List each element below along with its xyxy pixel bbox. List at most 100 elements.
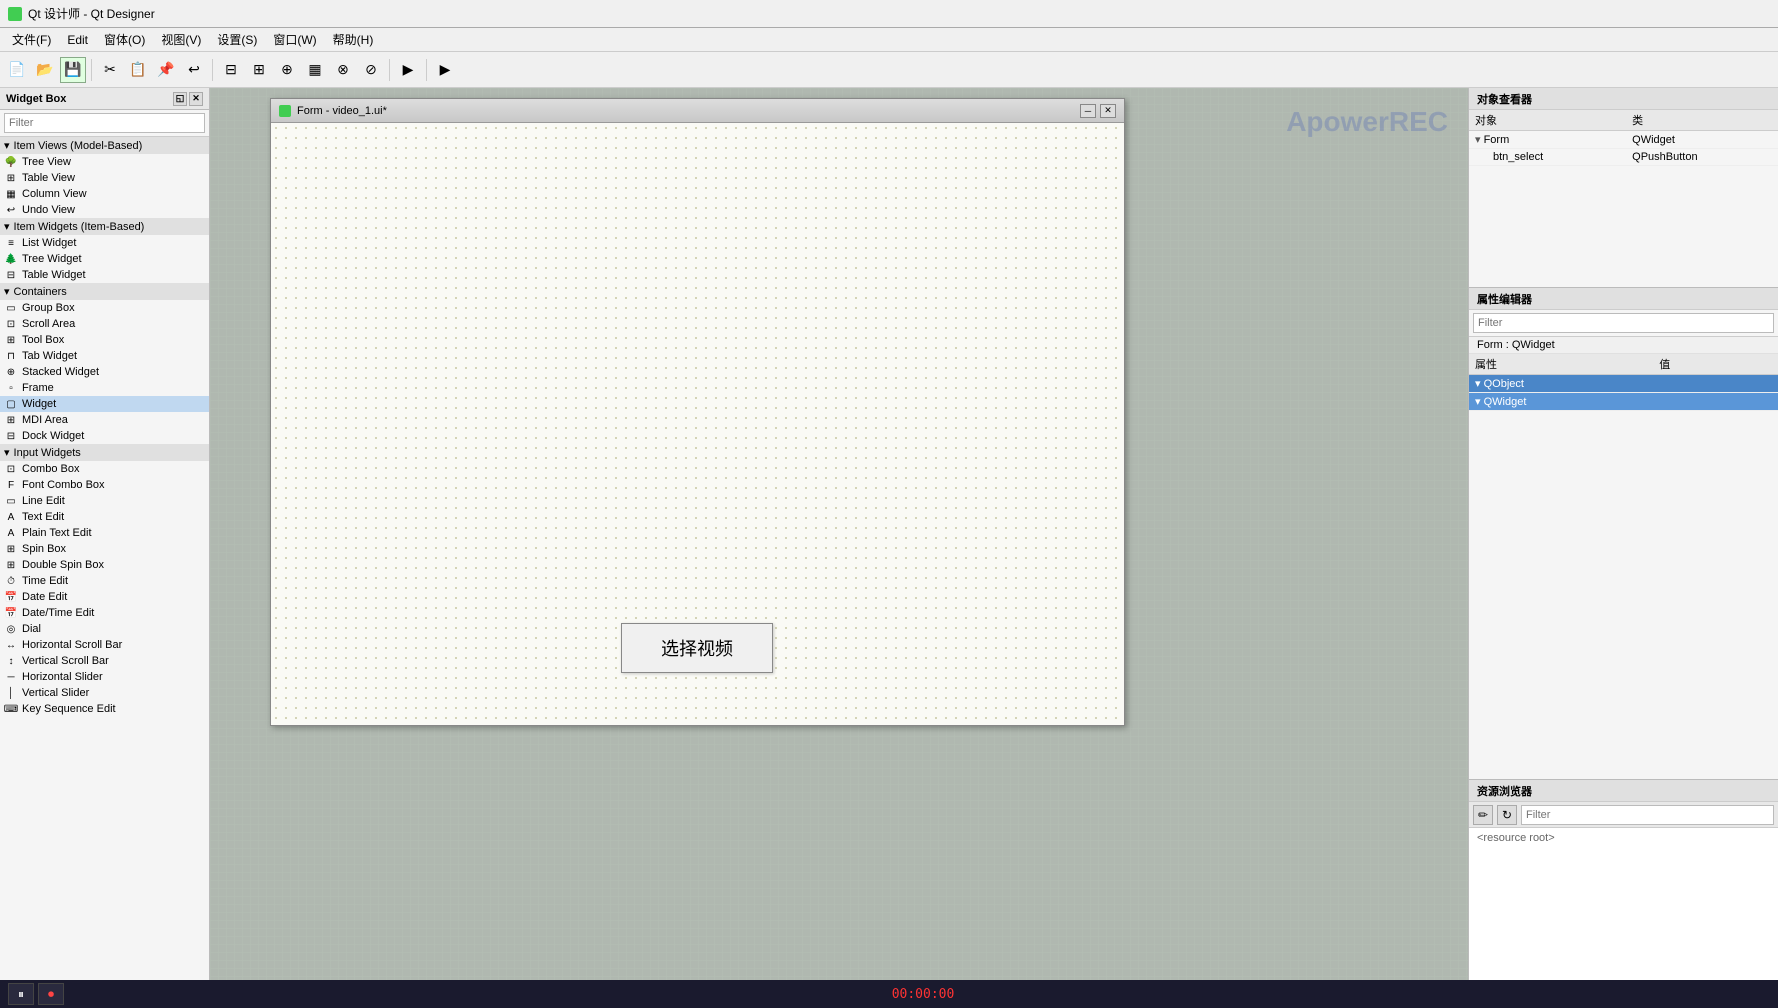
obj-expand-form[interactable]: ▾ xyxy=(1475,134,1481,146)
section-arrow-in: ▾ xyxy=(4,446,10,459)
run-button[interactable]: ▶ xyxy=(432,57,458,83)
widget-item-text-edit[interactable]: A Text Edit xyxy=(0,509,209,525)
stacked-widget-icon: ⊕ xyxy=(4,365,18,379)
obj-row-btn-select[interactable]: btn_select QPushButton xyxy=(1469,149,1778,166)
obj-cell-form-class: QWidget xyxy=(1626,131,1778,149)
open-button[interactable]: 📂 xyxy=(32,57,58,83)
widget-box-float[interactable]: ◱ xyxy=(173,92,187,106)
widget-item-frame[interactable]: ▫ Frame xyxy=(0,380,209,396)
save-button[interactable]: 💾 xyxy=(60,57,86,83)
widget-item-table-view[interactable]: ⊞ Table View xyxy=(0,170,209,186)
widget-item-line-edit[interactable]: ▭ Line Edit xyxy=(0,493,209,509)
tab-widget-label: Tab Widget xyxy=(22,350,77,362)
layout-form-button[interactable]: ▦ xyxy=(302,57,328,83)
widget-item-font-combo-box[interactable]: F Font Combo Box xyxy=(0,477,209,493)
line-edit-icon: ▭ xyxy=(4,494,18,508)
widget-item-mdi-area[interactable]: ⊞ MDI Area xyxy=(0,412,209,428)
table-widget-label: Table Widget xyxy=(22,269,86,281)
prop-expand-qobject[interactable]: ▾ xyxy=(1475,378,1481,390)
layout-adjust-button[interactable]: ⊘ xyxy=(358,57,384,83)
widget-item-datetime-edit[interactable]: 📅 Date/Time Edit xyxy=(0,605,209,621)
layout-h-button[interactable]: ⊟ xyxy=(218,57,244,83)
table-view-icon: ⊞ xyxy=(4,171,18,185)
prop-section-qwidget[interactable]: ▾ QWidget xyxy=(1469,393,1778,411)
widget-filter-input[interactable] xyxy=(4,113,205,133)
widget-item-tab-widget[interactable]: ⊓ Tab Widget xyxy=(0,348,209,364)
status-pause-button[interactable]: ⏸ xyxy=(8,983,34,1005)
widget-item-group-box[interactable]: ▭ Group Box xyxy=(0,300,209,316)
prop-section-qobject[interactable]: ▾ QObject xyxy=(1469,375,1778,393)
layout-v-button[interactable]: ⊞ xyxy=(246,57,272,83)
menu-settings[interactable]: 设置(S) xyxy=(209,29,265,50)
widget-item-dock-widget[interactable]: ⊟ Dock Widget xyxy=(0,428,209,444)
section-item-widgets[interactable]: ▾ Item Widgets (Item-Based) xyxy=(0,218,209,235)
widget-item-table-widget[interactable]: ⊟ Table Widget xyxy=(0,267,209,283)
object-inspector-title: 对象查看器 xyxy=(1477,91,1532,107)
tool-box-icon: ⊞ xyxy=(4,333,18,347)
menu-help[interactable]: 帮助(H) xyxy=(325,29,382,50)
widget-item-hscrollbar[interactable]: ↔ Horizontal Scroll Bar xyxy=(0,637,209,653)
object-inspector-header: 对象查看器 xyxy=(1469,88,1778,110)
widget-item-tree-widget[interactable]: 🌲 Tree Widget xyxy=(0,251,209,267)
form-close-button[interactable]: ✕ xyxy=(1100,104,1116,118)
widget-item-plain-text-edit[interactable]: A Plain Text Edit xyxy=(0,525,209,541)
prop-expand-qwidget[interactable]: ▾ xyxy=(1475,396,1481,408)
copy-button[interactable]: 📋 xyxy=(125,57,151,83)
obj-cell-btn-name: btn_select xyxy=(1469,149,1626,166)
menu-window[interactable]: 窗口(W) xyxy=(265,29,324,50)
widget-item-column-view[interactable]: ▦ Column View xyxy=(0,186,209,202)
widget-item-vscrollbar[interactable]: ↕ Vertical Scroll Bar xyxy=(0,653,209,669)
hslider-icon: ─ xyxy=(4,670,18,684)
widget-item-tree-view[interactable]: 🌳 Tree View xyxy=(0,154,209,170)
prop-filter-input[interactable] xyxy=(1473,313,1774,333)
widget-item-combo-box[interactable]: ⊡ Combo Box xyxy=(0,461,209,477)
form-minimize-button[interactable]: ─ xyxy=(1080,104,1096,118)
menu-view[interactable]: 视图(V) xyxy=(153,29,209,50)
menu-edit[interactable]: Edit xyxy=(59,31,96,49)
resource-edit-button[interactable]: ✏ xyxy=(1473,805,1493,825)
widget-item-spin-box[interactable]: ⊞ Spin Box xyxy=(0,541,209,557)
paste-button[interactable]: 📌 xyxy=(153,57,179,83)
plain-text-edit-label: Plain Text Edit xyxy=(22,527,92,539)
widget-item-time-edit[interactable]: ⏱ Time Edit xyxy=(0,573,209,589)
section-containers[interactable]: ▾ Containers xyxy=(0,283,209,300)
widget-item-stacked-widget[interactable]: ⊕ Stacked Widget xyxy=(0,364,209,380)
frame-icon: ▫ xyxy=(4,381,18,395)
menu-bar: 文件(F) Edit 窗体(O) 视图(V) 设置(S) 窗口(W) 帮助(H) xyxy=(0,28,1778,52)
widget-item-list-widget[interactable]: ≡ List Widget xyxy=(0,235,209,251)
widget-item-hslider[interactable]: ─ Horizontal Slider xyxy=(0,669,209,685)
dock-widget-label: Dock Widget xyxy=(22,430,84,442)
obj-cell-form-name: ▾ Form xyxy=(1469,131,1626,149)
section-input-widgets[interactable]: ▾ Input Widgets xyxy=(0,444,209,461)
stacked-widget-label: Stacked Widget xyxy=(22,366,99,378)
widget-item-widget[interactable]: ▢ Widget xyxy=(0,396,209,412)
status-record-button[interactable]: ⏺ xyxy=(38,983,64,1005)
layout-break-button[interactable]: ⊗ xyxy=(330,57,356,83)
widget-item-key-seq-edit[interactable]: ⌨ Key Sequence Edit xyxy=(0,701,209,717)
form-window: Form - video_1.ui* ─ ✕ 选择视频 xyxy=(270,98,1125,726)
column-view-icon: ▦ xyxy=(4,187,18,201)
cut-button[interactable]: ✂ xyxy=(97,57,123,83)
undo-button[interactable]: ↩ xyxy=(181,57,207,83)
section-item-views[interactable]: ▾ Item Views (Model-Based) xyxy=(0,137,209,154)
widget-item-dial[interactable]: ◎ Dial xyxy=(0,621,209,637)
layout-grid-button[interactable]: ⊕ xyxy=(274,57,300,83)
widget-item-undo-view[interactable]: ↩ Undo View xyxy=(0,202,209,218)
preview-button[interactable]: ▶ xyxy=(395,57,421,83)
toolbar-sep-2 xyxy=(212,59,213,81)
widget-item-date-edit[interactable]: 📅 Date Edit xyxy=(0,589,209,605)
obj-row-form[interactable]: ▾ Form QWidget xyxy=(1469,131,1778,149)
menu-file[interactable]: 文件(F) xyxy=(4,29,59,50)
widget-item-double-spin-box[interactable]: ⊞ Double Spin Box xyxy=(0,557,209,573)
new-button[interactable]: 📄 xyxy=(4,57,30,83)
prop-col-property: 属性 xyxy=(1469,354,1653,375)
form-select-video-button[interactable]: 选择视频 xyxy=(621,623,773,673)
widget-box-close[interactable]: ✕ xyxy=(189,92,203,106)
widget-item-scroll-area[interactable]: ⊡ Scroll Area xyxy=(0,316,209,332)
widget-item-tool-box[interactable]: ⊞ Tool Box xyxy=(0,332,209,348)
resource-refresh-button[interactable]: ↻ xyxy=(1497,805,1517,825)
table-view-label: Table View xyxy=(22,172,75,184)
menu-form[interactable]: 窗体(O) xyxy=(96,29,153,50)
widget-item-vslider[interactable]: │ Vertical Slider xyxy=(0,685,209,701)
resource-filter-input[interactable] xyxy=(1521,805,1774,825)
